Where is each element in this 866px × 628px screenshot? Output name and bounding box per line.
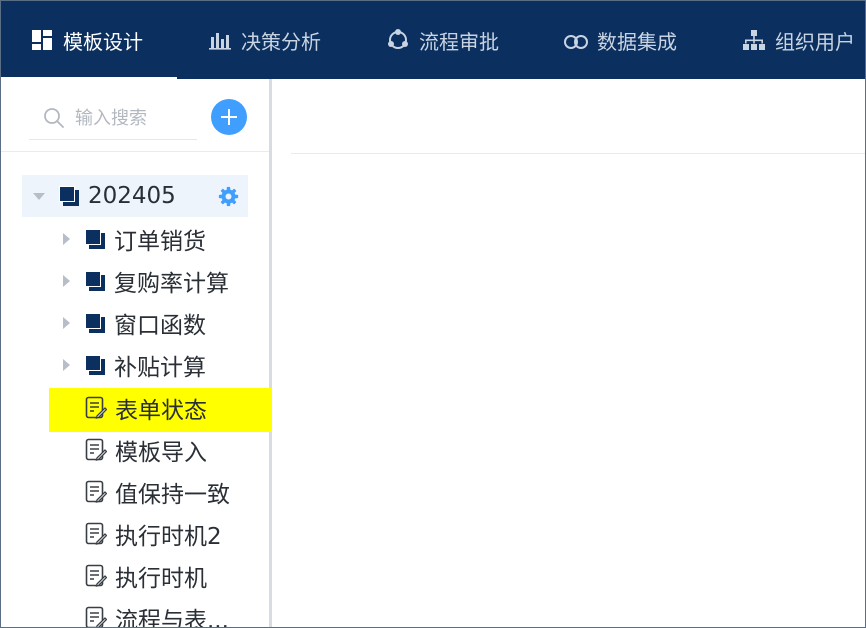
tree-node-label: 订单销货 [114, 229, 206, 255]
nav-item-label: 流程审批 [419, 29, 499, 54]
nav-item-data-integration[interactable]: 数据集成 [563, 1, 677, 79]
tree-node-label: 复购率计算 [114, 271, 229, 297]
nav-item-label: 模板设计 [63, 29, 143, 54]
document-edit-icon [85, 396, 107, 420]
folder-icon [84, 354, 106, 376]
search-input[interactable] [75, 103, 205, 133]
org-chart-icon [741, 28, 767, 52]
nav-item-process-approval[interactable]: 流程审批 [385, 1, 499, 79]
tree-root-node[interactable]: 202405 [33, 176, 176, 216]
top-nav: 模板设计 决策分析 流程审批 数据集成 组织用户 [1, 1, 865, 80]
nav-item-label: 组织用户 [775, 29, 855, 54]
cycle-icon [385, 28, 411, 52]
nav-item-template-design[interactable]: 模板设计 [29, 1, 143, 79]
add-button[interactable] [211, 99, 247, 135]
tree-node-file[interactable]: 值保持一致 [85, 472, 230, 512]
caret-right-icon[interactable] [63, 359, 70, 371]
tree-node-file[interactable]: 流程与表... [85, 598, 229, 628]
tree-node-file[interactable]: 表单状态 [85, 388, 207, 428]
gear-icon[interactable] [218, 186, 239, 211]
document-edit-icon [85, 480, 107, 504]
document-edit-icon [85, 438, 107, 462]
tree-node-folder[interactable]: 窗口函数 [63, 303, 206, 343]
caret-right-icon[interactable] [63, 275, 70, 287]
tree-node-folder[interactable]: 订单销货 [63, 219, 206, 259]
tree-node-file[interactable]: 执行时机 [85, 556, 207, 596]
tree-node-label: 窗口函数 [114, 313, 206, 339]
search-icon [43, 107, 65, 129]
tree-node-file[interactable]: 模板导入 [85, 430, 207, 470]
tree-node-label: 值保持一致 [115, 482, 230, 508]
folder-icon [84, 312, 106, 334]
tree-node-folder[interactable]: 补贴计算 [63, 345, 206, 385]
document-edit-icon [85, 522, 107, 546]
caret-right-icon[interactable] [63, 317, 70, 329]
document-edit-icon [85, 606, 107, 627]
folder-icon [58, 185, 80, 207]
folder-icon [84, 228, 106, 250]
nav-item-decision-analysis[interactable]: 决策分析 [207, 1, 321, 79]
search-box [29, 97, 205, 140]
sidebar-separator [1, 151, 269, 152]
tree-node-label: 补贴计算 [114, 355, 206, 381]
main-header-divider [291, 153, 865, 154]
tree-node-label: 执行时机 [115, 566, 207, 592]
nav-item-label: 决策分析 [241, 29, 321, 54]
nav-item-org-users[interactable]: 组织用户 [741, 1, 855, 79]
tree-node-file[interactable]: 执行时机2 [85, 514, 222, 554]
main-content [272, 79, 865, 627]
tree-node-label: 流程与表... [115, 608, 229, 628]
tree-node-label: 模板导入 [115, 440, 207, 466]
grid-icon [29, 28, 55, 52]
bar-chart-icon [207, 28, 233, 52]
tree-node-label: 202405 [88, 183, 176, 209]
caret-right-icon[interactable] [63, 233, 70, 245]
folder-icon [84, 270, 106, 292]
caret-down-icon[interactable] [33, 192, 45, 200]
tree-node-folder[interactable]: 复购率计算 [63, 261, 229, 301]
tree-node-label: 表单状态 [115, 398, 207, 424]
plus-icon [220, 108, 238, 126]
nav-item-label: 数据集成 [597, 29, 677, 54]
tree-node-label: 执行时机2 [115, 524, 222, 550]
cloud-link-icon [563, 28, 589, 52]
app-window: 模板设计 决策分析 流程审批 数据集成 组织用户 输入搜索 202405 订单销… [0, 0, 866, 628]
document-edit-icon [85, 564, 107, 588]
